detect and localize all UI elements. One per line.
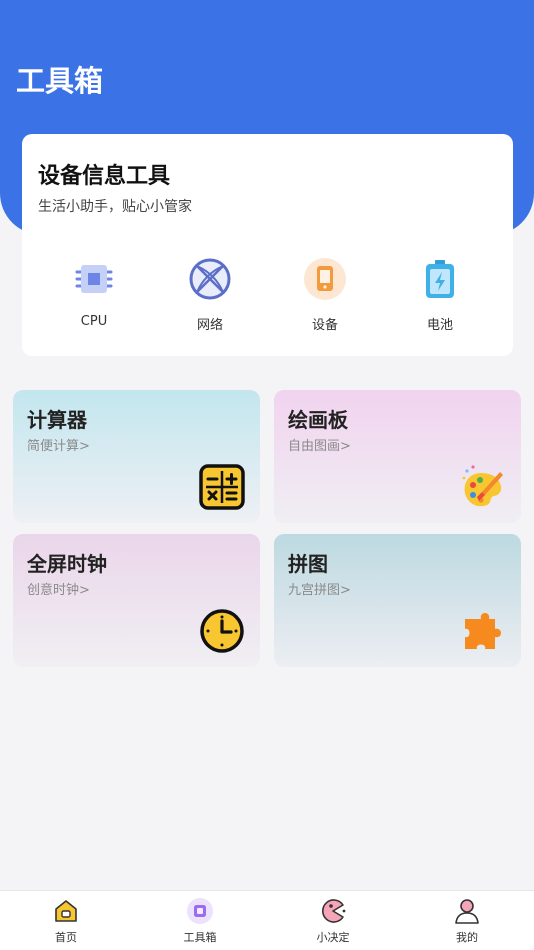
puzzle-icon (465, 613, 501, 649)
card-title: 计算器 (27, 408, 87, 432)
tool-label: 电池 (426, 318, 453, 333)
calculator-card[interactable]: 计算器 简便计算> (13, 390, 260, 523)
card-subtitle: 自由图画> (288, 439, 351, 454)
card-title: 绘画板 (288, 408, 348, 432)
device-icon (304, 258, 346, 300)
tab-label: 我的 (456, 931, 478, 944)
tab-home[interactable]: 首页 (26, 897, 106, 945)
toolbox-icon (187, 898, 213, 924)
cpu-icon (75, 265, 113, 293)
tool-network[interactable]: 网络 (160, 256, 260, 336)
fullscreen-clock-card[interactable]: 全屏时钟 创意时钟> (13, 534, 260, 667)
drawing-board-card[interactable]: 绘画板 自由图画> (274, 390, 521, 523)
battery-icon (426, 260, 454, 298)
tool-battery[interactable]: 电池 (390, 256, 490, 336)
card-subtitle: 简便计算> (27, 439, 90, 454)
tool-cpu[interactable]: CPU (44, 256, 144, 336)
home-icon (55, 900, 77, 922)
palette-icon (462, 465, 503, 507)
tab-toolbox[interactable]: 工具箱 (160, 897, 240, 945)
decision-icon (322, 899, 346, 923)
tool-device[interactable]: 设备 (275, 256, 375, 336)
tab-decision[interactable]: 小决定 (293, 897, 373, 945)
tool-label: 设备 (311, 318, 338, 333)
calculator-icon (199, 464, 245, 510)
network-icon (189, 258, 231, 300)
tool-label: CPU (80, 314, 108, 329)
tab-label: 工具箱 (183, 931, 217, 944)
clock-icon (200, 609, 244, 653)
card-title: 拼图 (288, 552, 328, 576)
card-subtitle: 九宫拼图> (288, 583, 351, 598)
tool-label: 网络 (196, 318, 223, 333)
card-title: 全屏时钟 (27, 552, 107, 576)
info-card-title: 设备信息工具 (38, 164, 171, 189)
tab-profile[interactable]: 我的 (427, 897, 507, 945)
device-info-card: 设备信息工具 生活小助手，贴心小管家 CPU 网络 设备 电池 (22, 134, 513, 356)
page-title: 工具箱 (16, 64, 104, 98)
info-card-subtitle: 生活小助手，贴心小管家 (38, 199, 192, 215)
tab-label: 小决定 (316, 931, 350, 944)
tab-label: 首页 (55, 931, 77, 944)
bottom-tab-bar: 首页 工具箱 小决定 我的 (0, 890, 534, 950)
card-subtitle: 创意时钟> (27, 583, 90, 598)
profile-icon (455, 899, 479, 924)
puzzle-card[interactable]: 拼图 九宫拼图> (274, 534, 521, 667)
